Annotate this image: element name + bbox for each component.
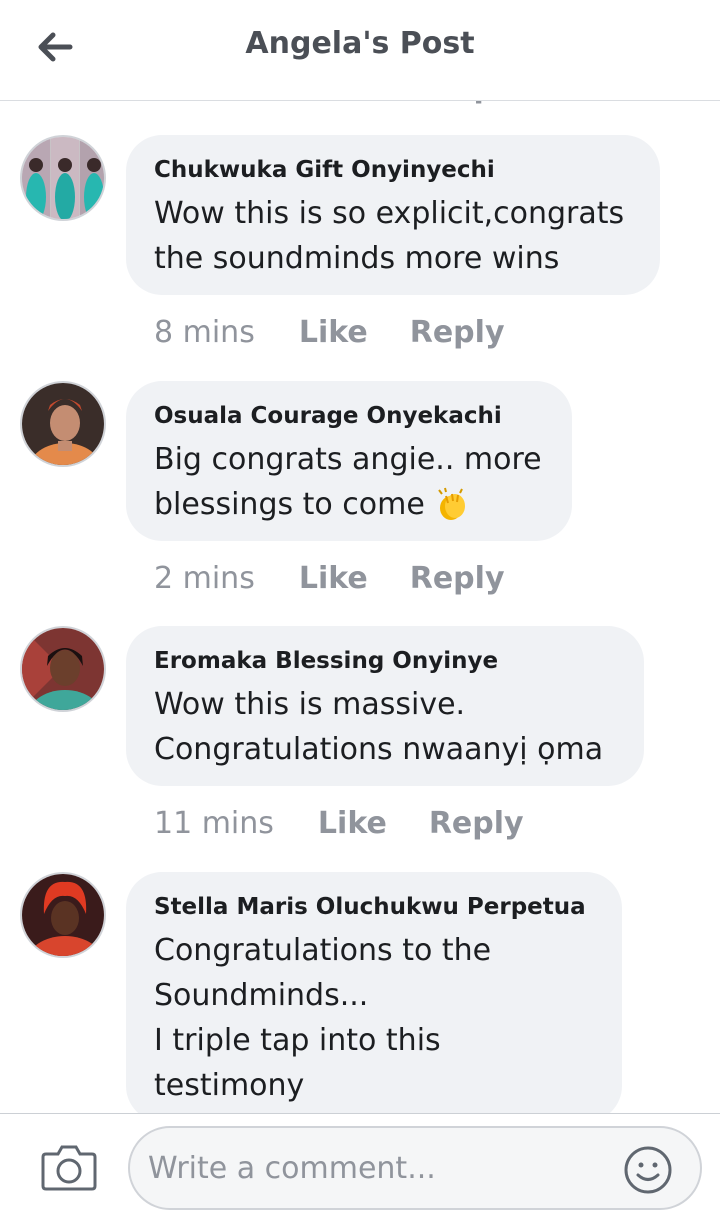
avatar[interactable] xyxy=(20,872,106,958)
reply-button[interactable]: Reply xyxy=(410,315,505,350)
comment-bubble: Osuala Courage Onyekachi Big congrats an… xyxy=(126,381,572,541)
comment-actions: 8 mins Like Reply xyxy=(154,315,547,350)
comment-input[interactable] xyxy=(128,1126,702,1210)
comment-author[interactable]: Eromaka Blessing Onyinye xyxy=(154,646,614,676)
comment-text: Wow this is so explicit,congrats the sou… xyxy=(154,196,625,276)
comment-actions: 2 mins Like Reply xyxy=(154,561,547,596)
comment-timestamp: 8 mins xyxy=(154,315,255,350)
like-button[interactable]: Like xyxy=(299,561,368,596)
comment-text: Wow this is massive. Congratulations nwa… xyxy=(154,687,604,767)
comment-author[interactable]: Osuala Courage Onyekachi xyxy=(154,401,542,431)
comment-author[interactable]: Stella Maris Oluchukwu Perpetua xyxy=(154,892,592,922)
comment-timestamp: 11 mins xyxy=(154,806,274,841)
reply-button[interactable]: Reply xyxy=(410,561,505,596)
page-title: Angela's Post xyxy=(245,26,475,61)
reply-button[interactable]: Reply xyxy=(429,806,524,841)
comment-bubble: Chukwuka Gift Onyinyechi Wow this is so … xyxy=(126,135,660,295)
smiley-icon xyxy=(624,1146,672,1194)
comment-bubble: Eromaka Blessing Onyinye Wow this is mas… xyxy=(126,626,644,786)
comment-actions: 11 mins Like Reply xyxy=(154,806,566,841)
like-button[interactable]: Like xyxy=(299,315,368,350)
camera-icon xyxy=(41,1145,97,1191)
avatar[interactable] xyxy=(20,135,106,221)
comment-author[interactable]: Chukwuka Gift Onyinyechi xyxy=(154,155,630,185)
comment-timestamp: 2 mins xyxy=(154,561,255,596)
comment-bubble: Stella Maris Oluchukwu Perpetua Congratu… xyxy=(126,872,622,1148)
comment-composer xyxy=(0,1113,720,1220)
clapping-hands-emoji xyxy=(434,486,470,535)
emoji-button[interactable] xyxy=(622,1144,674,1196)
avatar[interactable] xyxy=(20,626,106,712)
avatar[interactable] xyxy=(20,381,106,467)
camera-button[interactable] xyxy=(40,1142,98,1192)
like-button[interactable]: Like xyxy=(318,806,387,841)
comment-text: Big congrats angie.. more blessings to c… xyxy=(154,437,542,535)
top-bar: Angela's Post xyxy=(0,0,720,101)
